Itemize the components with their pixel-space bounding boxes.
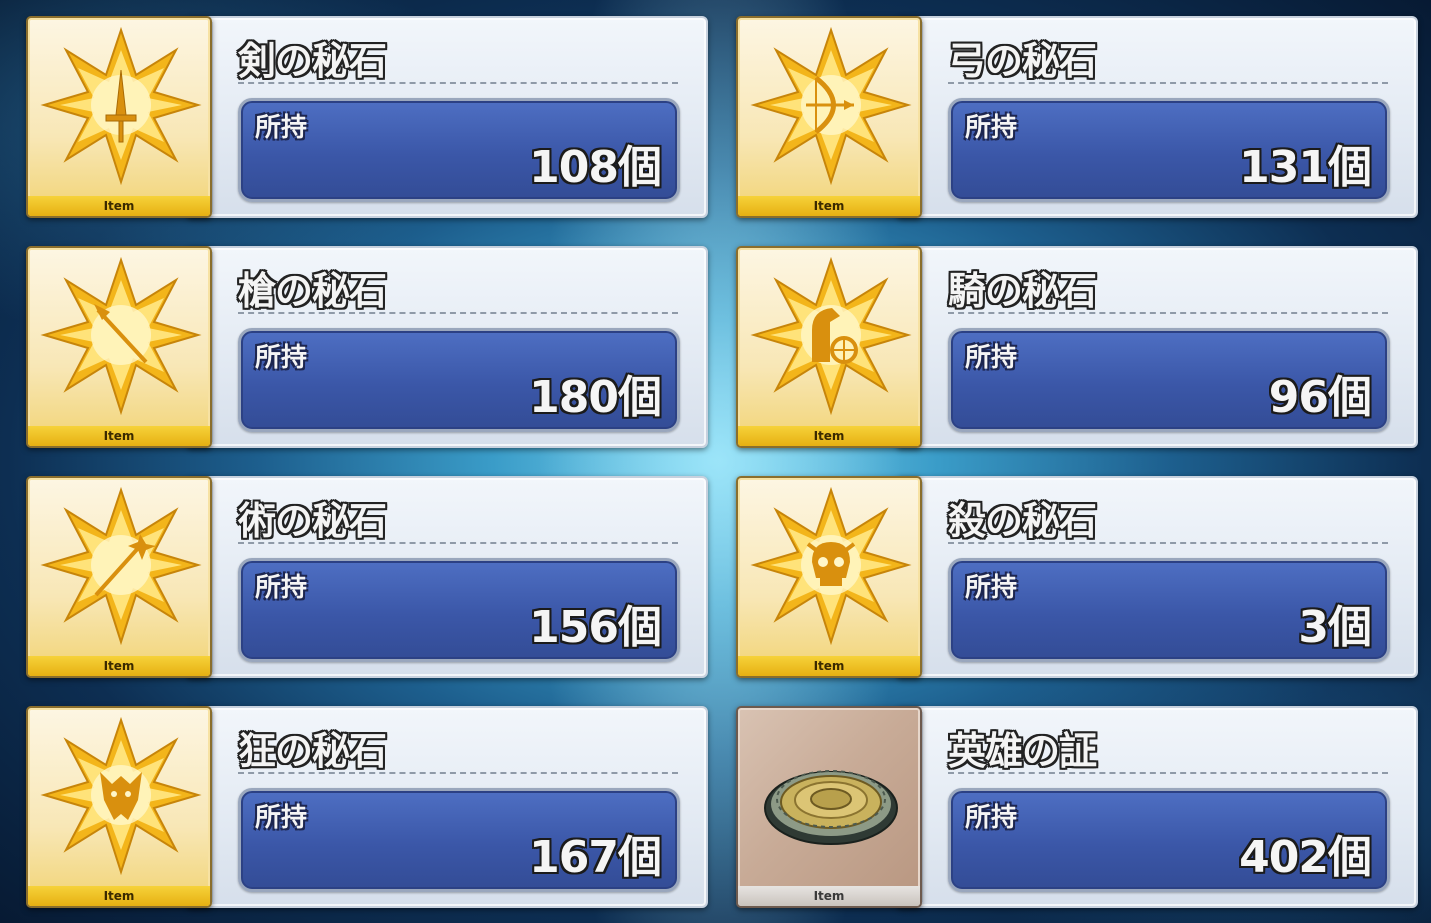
bow-icon (750, 26, 912, 186)
horse-icon (750, 256, 912, 416)
owned-count: 156個 (529, 602, 662, 653)
owned-count: 131個 (1239, 142, 1372, 193)
divider (238, 82, 678, 84)
item-icon-frame: Item (736, 16, 922, 218)
item-card-rider[interactable]: Item 騎の秘石 所持 96個 (736, 246, 1418, 448)
owned-count-box: 所持 3個 (948, 558, 1390, 662)
divider (238, 312, 678, 314)
item-card-archer[interactable]: Item 弓の秘石 所持 131個 (736, 16, 1418, 218)
owned-label: 所持 (965, 343, 1018, 373)
owned-count-box: 所持 156個 (238, 558, 680, 662)
item-icon-frame: Item (26, 246, 212, 448)
skull-icon (750, 486, 912, 646)
item-card-berserker[interactable]: Item 狂の秘石 所持 167個 (26, 706, 708, 908)
owned-label: 所持 (255, 343, 308, 373)
item-icon-frame: Item (26, 476, 212, 678)
staff-icon (40, 486, 202, 646)
item-icon-frame: Item (736, 246, 922, 448)
item-badge: Item (28, 196, 210, 216)
item-card-lancer[interactable]: Item 槍の秘石 所持 180個 (26, 246, 708, 448)
owned-label: 所持 (965, 803, 1018, 833)
item-badge: Item (28, 886, 210, 906)
owned-label: 所持 (965, 113, 1018, 143)
item-icon-frame: Item (26, 16, 212, 218)
owned-count: 96個 (1268, 372, 1372, 423)
item-card-caster[interactable]: Item 術の秘石 所持 156個 (26, 476, 708, 678)
owned-count: 167個 (529, 832, 662, 883)
medallion-icon (764, 770, 898, 845)
divider (948, 542, 1388, 544)
item-badge: Item (738, 426, 920, 446)
item-card-assassin[interactable]: Item 殺の秘石 所持 3個 (736, 476, 1418, 678)
owned-count-box: 所持 131個 (948, 98, 1390, 202)
owned-count-box: 所持 108個 (238, 98, 680, 202)
item-icon-frame: Item (736, 476, 922, 678)
owned-count: 180個 (529, 372, 662, 423)
divider (948, 772, 1388, 774)
owned-count: 108個 (529, 142, 662, 193)
item-name: 剣の秘石 (238, 39, 387, 83)
beast-icon (40, 716, 202, 876)
spear-icon (40, 256, 202, 416)
item-name: 殺の秘石 (948, 499, 1097, 543)
item-badge: Item (28, 426, 210, 446)
item-badge: Item (738, 656, 920, 676)
owned-label: 所持 (965, 573, 1018, 603)
owned-count-box: 所持 96個 (948, 328, 1390, 432)
item-name: 英雄の証 (948, 729, 1097, 773)
owned-count: 402個 (1239, 832, 1372, 883)
item-badge: Item (738, 196, 920, 216)
item-badge: Item (738, 886, 920, 906)
item-card-saber[interactable]: Item 剣の秘石 所持 108個 (26, 16, 708, 218)
divider (238, 772, 678, 774)
item-badge: Item (28, 656, 210, 676)
divider (238, 542, 678, 544)
divider (948, 312, 1388, 314)
sword-icon (40, 26, 202, 186)
item-name: 弓の秘石 (948, 39, 1097, 83)
item-icon-frame: Item (26, 706, 212, 908)
item-name: 狂の秘石 (238, 729, 387, 773)
item-icon-frame: Item (736, 706, 922, 908)
owned-label: 所持 (255, 113, 308, 143)
owned-count: 3個 (1298, 602, 1372, 653)
divider (948, 82, 1388, 84)
owned-label: 所持 (255, 803, 308, 833)
item-name: 術の秘石 (238, 499, 387, 543)
item-name: 槍の秘石 (238, 269, 387, 313)
owned-count-box: 所持 167個 (238, 788, 680, 892)
item-name: 騎の秘石 (948, 269, 1097, 313)
owned-count-box: 所持 180個 (238, 328, 680, 432)
owned-count-box: 所持 402個 (948, 788, 1390, 892)
owned-label: 所持 (255, 573, 308, 603)
item-card-heroic-proof[interactable]: Item 英雄の証 所持 402個 (736, 706, 1418, 908)
